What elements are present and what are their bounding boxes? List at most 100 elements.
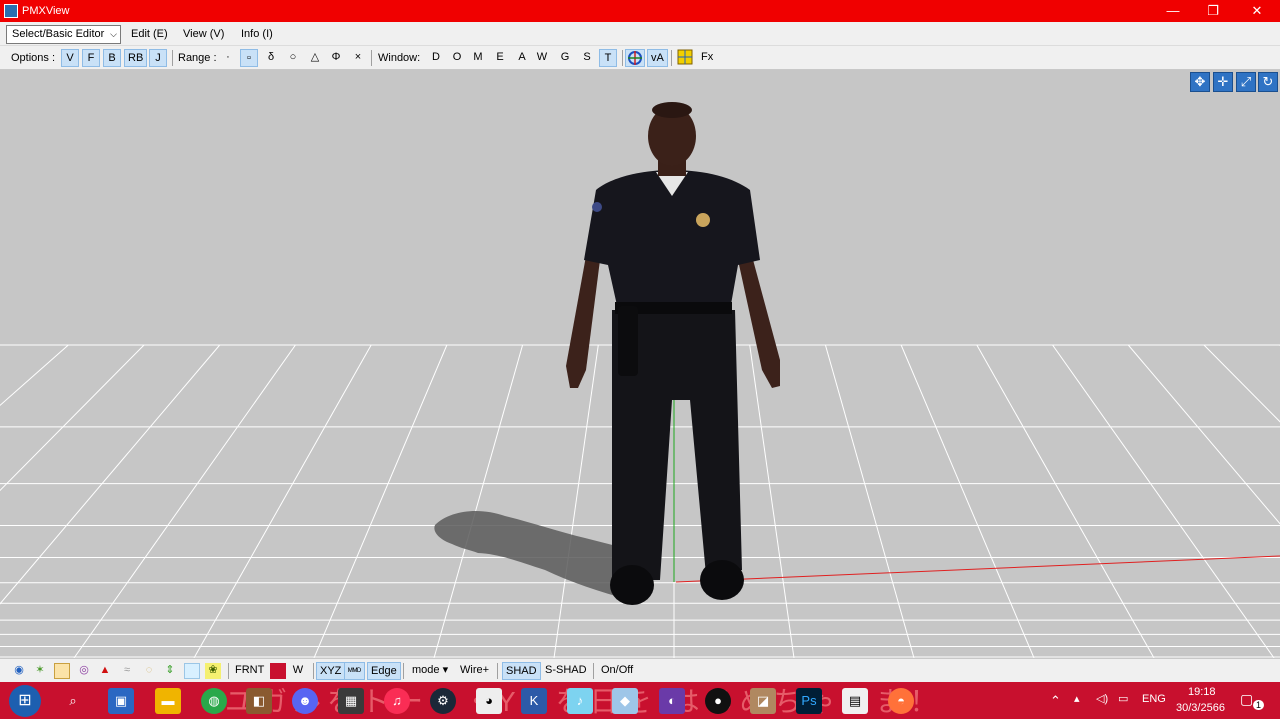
white-button[interactable]: W [289, 662, 307, 680]
itunes-icon[interactable]: ♫ [384, 688, 410, 714]
edge-button[interactable]: Edge [367, 662, 401, 680]
bottom-divider [403, 663, 404, 679]
file-explorer-icon[interactable]: ▬ [155, 688, 181, 714]
grid-line [0, 344, 145, 492]
light-icon[interactable]: ◌ [141, 663, 157, 679]
network-icon[interactable]: ▴ [1074, 692, 1080, 705]
range-triangle-button[interactable]: △ [306, 49, 324, 67]
wire-icon[interactable]: ≈ [119, 663, 135, 679]
rotate-icon[interactable]: ↻ [1258, 72, 1278, 92]
xyz-button[interactable]: XYZ [316, 662, 346, 680]
grid-line [0, 344, 221, 605]
fx-button[interactable]: Fx [698, 49, 716, 67]
photoshop-icon[interactable]: Ps [796, 688, 822, 714]
discord-icon[interactable]: ☻ [292, 688, 318, 714]
panel-icon[interactable] [184, 663, 200, 679]
range-phi-button[interactable]: Φ [327, 49, 345, 67]
crosshair-icon[interactable] [625, 49, 645, 67]
panda-app-icon[interactable]: ◕ [476, 688, 502, 714]
image-app-icon[interactable]: ◪ [750, 688, 776, 714]
range-point-button[interactable]: · [219, 49, 237, 67]
record-icon[interactable]: ● [705, 688, 731, 714]
zoom-icon[interactable]: ⤢ [1236, 72, 1256, 92]
self-shadow-button[interactable]: S-SHAD [542, 662, 590, 680]
bone-icon[interactable]: ✶ [32, 663, 48, 679]
color-swatch-icon[interactable] [270, 663, 286, 679]
menu-info[interactable]: Info (I) [241, 28, 273, 40]
window-w-button[interactable]: W [533, 49, 551, 67]
battery-icon[interactable]: ▭ [1118, 692, 1128, 705]
tool-icon[interactable]: ◆ [612, 688, 638, 714]
option-rb-button[interactable]: RB [124, 49, 148, 67]
menu-view[interactable]: View (V) [183, 28, 224, 40]
volume-icon[interactable]: ◁) [1096, 692, 1108, 705]
triangle-icon[interactable]: ▲ [97, 663, 113, 679]
close-button[interactable]: ✕ [1237, 0, 1277, 22]
option-v-button[interactable]: V [61, 49, 79, 67]
pmxview-taskbar-icon[interactable]: ▤ [842, 688, 868, 714]
mmd-icon[interactable]: ᴹᴹᴰ [344, 662, 366, 680]
chrome-icon[interactable]: ◍ [201, 688, 227, 714]
grid-line [313, 344, 448, 658]
window-a-button[interactable]: A [513, 49, 531, 67]
start-icon[interactable]: ⊞ [9, 685, 41, 717]
shadow-button[interactable]: SHAD [502, 662, 541, 680]
range-circle-button[interactable]: ○ [284, 49, 302, 67]
scene-canvas[interactable] [0, 70, 1280, 658]
grid-line [976, 344, 1155, 658]
store-icon[interactable]: ▣ [108, 688, 134, 714]
option-j-button[interactable]: J [149, 49, 167, 67]
window-e-button[interactable]: E [491, 49, 509, 67]
gallery-icon[interactable]: ▦ [338, 688, 364, 714]
range-delta-button[interactable]: δ [262, 49, 280, 67]
wire-plus-button[interactable]: Wire+ [457, 662, 492, 680]
window-d-button[interactable]: D [427, 49, 445, 67]
mode-select-value: Select/Basic Editor [12, 28, 105, 40]
grid-line [0, 344, 69, 407]
arrows-icon[interactable]: ⇕ [162, 663, 178, 679]
chevron-down-icon: ⌵ [110, 29, 117, 39]
firefox-icon[interactable]: ◓ [888, 688, 914, 714]
notification-icon[interactable]: ▢ [1240, 691, 1253, 708]
window-t-button[interactable]: T [599, 49, 617, 67]
grid-line [1052, 344, 1275, 658]
clock-time[interactable]: 19:18 [1188, 686, 1216, 698]
va-button[interactable]: vA [647, 49, 668, 67]
window-o-button[interactable]: O [448, 49, 466, 67]
vertex-dot-icon[interactable]: ◉ [11, 663, 27, 679]
option-b-button[interactable]: B [103, 49, 121, 67]
option-f-button[interactable]: F [82, 49, 100, 67]
front-view-button[interactable]: FRNT [232, 662, 267, 680]
clock-date[interactable]: 30/3/2566 [1176, 702, 1225, 714]
restore-button[interactable]: ❐ [1193, 0, 1233, 22]
grid-color-icon[interactable] [676, 49, 694, 67]
material-icon[interactable] [54, 663, 70, 679]
mmd-app-icon[interactable]: ◐ [659, 688, 685, 714]
range-rect-button[interactable]: ▫ [240, 49, 258, 67]
tray-chevron-icon[interactable]: ⌃ [1050, 693, 1061, 709]
move-all-icon[interactable]: ✛ [1213, 72, 1233, 92]
mode-dropdown[interactable]: mode ▾ [409, 662, 451, 680]
morph-icon[interactable]: ❀ [205, 663, 221, 679]
language-indicator[interactable]: ENG [1142, 693, 1166, 705]
minimize-button[interactable]: — [1153, 0, 1193, 22]
on-off-button[interactable]: On/Off [598, 662, 636, 680]
window-m-button[interactable]: M [469, 49, 487, 67]
window-s-button[interactable]: S [578, 49, 596, 67]
window-g-button[interactable]: G [556, 49, 574, 67]
steam-icon[interactable]: ⚙ [430, 688, 456, 714]
3d-viewport[interactable]: ✥ ✛ ⤢ ↻ [0, 70, 1280, 658]
move-icon[interactable]: ✥ [1190, 72, 1210, 92]
window-label: Window: [378, 52, 421, 64]
app-thumbnail-icon[interactable]: ◧ [246, 688, 272, 714]
taskbar: ユガルをトーリ・Y口を日を はじめちゃうま！ ⊞ ⌕ ▣ ▬ ◍ ◧ ☻ ▦ ♫… [0, 682, 1280, 719]
mode-select[interactable]: Select/Basic Editor ⌵ [6, 25, 121, 44]
range-cross-button[interactable]: × [349, 49, 367, 67]
target-icon[interactable]: ◎ [76, 663, 92, 679]
character-model[interactable] [566, 102, 780, 605]
editor-icon[interactable]: K [521, 688, 547, 714]
menu-edit[interactable]: Edit (E) [131, 28, 168, 40]
options-label: Options : [11, 52, 56, 64]
vocaloid-icon[interactable]: ♪ [567, 688, 593, 714]
search-icon[interactable]: ⌕ [60, 688, 86, 714]
